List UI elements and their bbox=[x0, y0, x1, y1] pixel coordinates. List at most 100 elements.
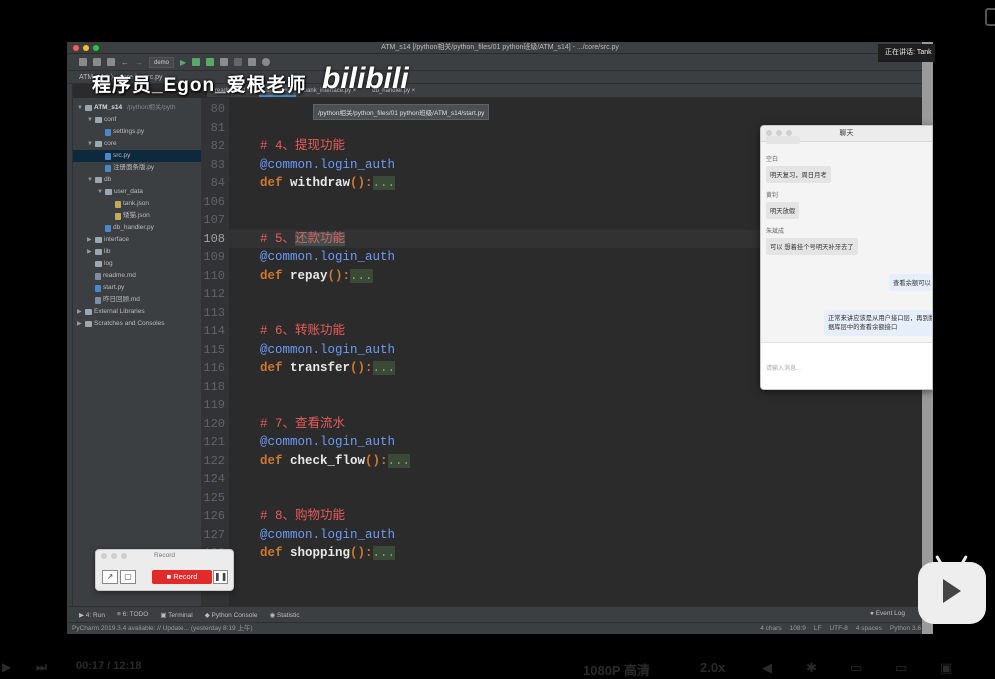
status-item[interactable]: 4 chars bbox=[760, 623, 781, 634]
expand-arrow-icon[interactable]: ▼ bbox=[97, 186, 103, 198]
code-line[interactable]: @common.login_auth bbox=[260, 526, 395, 544]
widescreen-icon[interactable]: ▭ bbox=[895, 660, 907, 676]
code-line[interactable]: @common.login_auth bbox=[260, 433, 395, 451]
project-tree-item[interactable]: log bbox=[73, 258, 201, 270]
expand-arrow-icon[interactable]: ▶ bbox=[87, 246, 93, 258]
chat-message-list[interactable]: 空白 明天复习，周日月考 黄钊 明天放假 朱斌成 可以 想着挂个号明天补牙去了 … bbox=[761, 136, 932, 342]
expand-arrow-icon[interactable]: ▼ bbox=[77, 102, 83, 114]
expand-arrow-icon[interactable]: ▼ bbox=[87, 138, 93, 150]
project-tree-item[interactable]: tank.json bbox=[73, 198, 201, 210]
code-line[interactable]: # 8、购物功能 bbox=[260, 507, 345, 525]
status-bar: PyCharm 2019.3.4 available: // Update...… bbox=[67, 622, 933, 634]
volume-icon[interactable]: ◀ bbox=[762, 660, 772, 676]
play-pause-icon[interactable]: ▶ bbox=[2, 660, 11, 674]
fullscreen-icon[interactable]: ▣ bbox=[940, 660, 952, 676]
recorder-minimize-button[interactable] bbox=[111, 553, 117, 559]
expand-arrow-icon[interactable]: ▶ bbox=[77, 306, 83, 318]
project-tree-item[interactable]: ▶ interface bbox=[73, 234, 201, 246]
status-message[interactable]: PyCharm 2019.3.4 available: // Update...… bbox=[72, 625, 253, 632]
project-tree-item[interactable]: ▶ Scratches and Consoles bbox=[73, 318, 201, 330]
bottom-tool-button[interactable]: ◉ Statistic bbox=[269, 611, 299, 619]
project-tree-item[interactable]: ▼ core bbox=[73, 138, 201, 150]
project-tree-item[interactable]: 昨日回顾.md bbox=[73, 294, 201, 306]
project-tree-item[interactable]: ▶ External Libraries bbox=[73, 306, 201, 318]
project-tree-item[interactable]: db_handler.py bbox=[73, 222, 201, 234]
chat-window: 聊天 空白 明天复习，周日月考 黄钊 明天放假 朱斌成 可以 想着挂个号明天补牙… bbox=[760, 125, 933, 390]
project-tree-item[interactable]: 注册面条版.py bbox=[73, 162, 201, 174]
bottom-tool-button[interactable]: ◆ Python Console bbox=[205, 611, 258, 619]
pip-icon[interactable]: ▭ bbox=[850, 660, 862, 676]
code-line[interactable]: # 5、还款功能 bbox=[260, 230, 346, 248]
maximize-window-button[interactable] bbox=[93, 45, 99, 51]
status-item[interactable]: 4 spaces bbox=[856, 623, 882, 634]
run-config-select[interactable]: demo bbox=[149, 56, 175, 68]
project-tree-item[interactable]: ▼ user_data bbox=[73, 186, 201, 198]
screen-area-icon[interactable]: ▢ bbox=[120, 570, 136, 584]
minimize-window-button[interactable] bbox=[83, 45, 89, 51]
code-token: (): bbox=[350, 176, 373, 190]
speed-button[interactable]: 2.0x bbox=[700, 660, 725, 675]
time-display: 00:17 / 12:18 bbox=[76, 660, 142, 672]
code-line[interactable]: # 7、查看流水 bbox=[260, 415, 345, 433]
expand-arrow-icon[interactable]: ▼ bbox=[87, 174, 93, 186]
code-line[interactable]: @common.login_auth bbox=[260, 156, 395, 174]
project-tree-item[interactable]: readme.md bbox=[73, 270, 201, 282]
open-folder-icon[interactable] bbox=[79, 58, 87, 66]
debug-icon[interactable] bbox=[192, 58, 201, 66]
bottom-tool-button[interactable]: ≡ 6: TODO bbox=[117, 611, 148, 618]
run-icon[interactable]: ▶ bbox=[180, 58, 186, 67]
play-icon bbox=[943, 579, 961, 603]
code-line[interactable]: @common.login_auth bbox=[260, 341, 395, 359]
expand-arrow-icon[interactable]: ▶ bbox=[87, 234, 93, 246]
project-tree-item[interactable]: ▼ db bbox=[73, 174, 201, 186]
profile-icon[interactable] bbox=[220, 58, 229, 66]
bilibili-play-button[interactable] bbox=[918, 555, 986, 624]
code-line[interactable]: def transfer():... bbox=[260, 359, 396, 377]
forward-icon[interactable]: → bbox=[135, 58, 143, 67]
bottom-tool-button[interactable]: ▣ Terminal bbox=[160, 611, 192, 619]
settings-icon[interactable]: ✱ bbox=[806, 660, 817, 676]
status-item[interactable]: 108:9 bbox=[790, 623, 806, 634]
project-tree-item[interactable]: ▶ lib bbox=[73, 246, 201, 258]
code-line[interactable]: def shopping():... bbox=[260, 544, 396, 562]
save-icon[interactable] bbox=[93, 58, 101, 66]
search-icon[interactable] bbox=[262, 58, 271, 66]
sync-icon[interactable] bbox=[107, 58, 115, 66]
project-tree-item[interactable]: 矮猫.json bbox=[73, 210, 201, 222]
close-window-button[interactable] bbox=[73, 45, 79, 51]
project-tree-item[interactable]: src.py bbox=[73, 150, 201, 162]
pen-icon[interactable]: ↗ bbox=[102, 570, 118, 584]
line-number: 125 bbox=[203, 490, 225, 505]
status-item[interactable]: UTF-8 bbox=[829, 623, 847, 634]
chat-input-area[interactable]: 请输入消息... bbox=[761, 342, 932, 389]
bottom-tool-button[interactable]: ▶ 4: Run bbox=[79, 611, 105, 619]
stop-icon[interactable] bbox=[234, 58, 243, 66]
project-tree-item[interactable]: ▼ conf bbox=[73, 114, 201, 126]
code-token: repay bbox=[290, 268, 328, 283]
event-log-button[interactable]: ● Event Log bbox=[870, 610, 905, 617]
project-tree-item[interactable]: start.py bbox=[73, 282, 201, 294]
project-tree-label: db bbox=[104, 176, 112, 183]
status-item[interactable]: Python 3.6 bbox=[890, 623, 921, 634]
project-tree-item[interactable]: ▼ ATM_s14/python相关/pyth bbox=[73, 102, 201, 114]
record-button[interactable]: ■ Record bbox=[152, 570, 212, 584]
coverage-icon[interactable] bbox=[206, 58, 215, 66]
code-line[interactable]: @common.login_auth bbox=[260, 248, 395, 266]
wrench-icon[interactable] bbox=[248, 58, 257, 66]
recorder-close-button[interactable] bbox=[101, 553, 107, 559]
back-icon[interactable]: ← bbox=[121, 58, 129, 67]
expand-arrow-icon[interactable]: ▼ bbox=[87, 114, 93, 126]
code-line[interactable]: # 4、提现功能 bbox=[260, 137, 345, 155]
status-item[interactable]: LF bbox=[814, 623, 822, 634]
project-tree-item[interactable]: settings.py bbox=[73, 126, 201, 138]
recorder-maximize-button[interactable] bbox=[121, 553, 127, 559]
pause-icon[interactable]: ❚❚ bbox=[213, 570, 228, 584]
code-line[interactable]: def check_flow():... bbox=[260, 452, 411, 470]
code-line[interactable]: def withdraw():... bbox=[260, 174, 396, 192]
code-line[interactable]: def repay():... bbox=[260, 267, 373, 285]
fullscreen-corner-icon[interactable] bbox=[985, 8, 995, 26]
folder-icon bbox=[95, 117, 102, 123]
code-line[interactable]: # 6、转账功能 bbox=[260, 322, 345, 340]
expand-arrow-icon[interactable]: ▶ bbox=[77, 318, 83, 330]
next-icon[interactable]: ⏭ bbox=[36, 660, 47, 675]
